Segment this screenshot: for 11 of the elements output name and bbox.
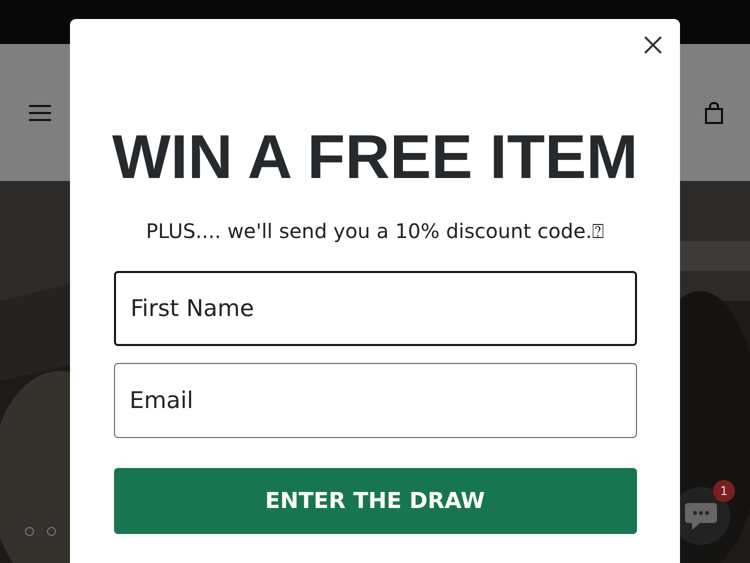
menu-icon[interactable] xyxy=(28,104,52,122)
popup-title: WIN A FREE ITEM xyxy=(112,127,638,189)
close-icon[interactable] xyxy=(643,35,663,55)
slider-dot[interactable] xyxy=(25,527,34,536)
shopping-bag-icon[interactable] xyxy=(704,102,724,124)
chat-icon xyxy=(684,501,718,531)
popup-subtitle: PLUS.... we'll send you a 10% discount code.⍰ xyxy=(146,219,604,243)
slider-dot[interactable] xyxy=(47,527,56,536)
input-field[interactable]: Email xyxy=(114,363,636,438)
input-field[interactable]: First Name xyxy=(114,271,636,346)
enter-button[interactable]: ENTER THE DRAW xyxy=(114,468,636,534)
